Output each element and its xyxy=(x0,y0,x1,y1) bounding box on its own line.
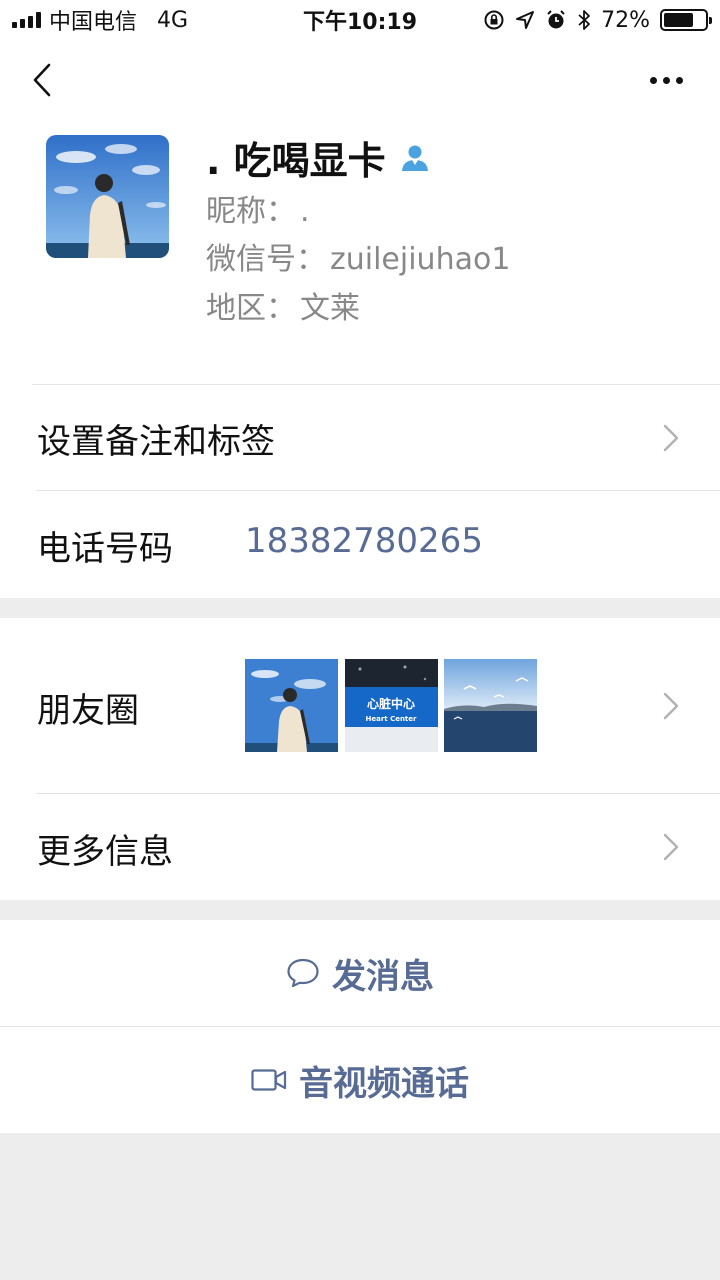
video-camera-icon xyxy=(251,1069,287,1091)
remark-tags-label: 设置备注和标签 xyxy=(37,422,275,462)
video-call-label: 音视频通话 xyxy=(299,1063,469,1104)
profile-header: . 吃喝显卡 昵称：. 微信号： zuilejiuhao1 地区： 文莱 xyxy=(0,120,720,384)
back-button[interactable] xyxy=(22,60,62,100)
chat-bubble-icon xyxy=(287,958,319,988)
phone-number-link[interactable]: 18382780265 xyxy=(245,521,483,561)
chevron-right-icon xyxy=(663,833,679,861)
wechat-id-label: 微信号： xyxy=(206,242,326,277)
orientation-lock-icon xyxy=(484,10,504,30)
send-message-label: 发消息 xyxy=(332,956,434,997)
carrier-label: 中国电信 xyxy=(49,10,138,35)
remark-tags-row[interactable]: 设置备注和标签 xyxy=(0,384,720,490)
status-bar: 中国电信 4G 下午10:19 72% xyxy=(0,0,720,40)
chevron-right-icon xyxy=(663,424,679,452)
phone-row: 电话号码 18382780265 xyxy=(0,491,720,598)
moments-thumbnail: 心脏中心 Heart Center xyxy=(345,659,438,752)
chevron-left-icon xyxy=(33,63,51,97)
more-dots-icon xyxy=(649,76,657,84)
nickname-value: . xyxy=(300,194,310,229)
nickname-line: 昵称：. xyxy=(206,186,310,230)
status-right: 72% xyxy=(483,7,712,33)
battery-icon xyxy=(660,9,712,31)
region-value: 文莱 xyxy=(300,291,360,326)
alarm-icon xyxy=(547,10,565,29)
region-label: 地区： xyxy=(206,291,296,326)
more-info-row[interactable]: 更多信息 xyxy=(0,794,720,900)
battery-percent: 72% xyxy=(601,7,650,33)
heart-center-sign-cn: 心脏中心 xyxy=(367,696,415,711)
moments-thumbnail xyxy=(245,659,338,752)
info-group-1: 设置备注和标签 电话号码 18382780265 xyxy=(0,384,720,598)
moments-row[interactable]: 朋友圈 心脏中心 Heart Center xyxy=(0,618,720,793)
battery-fill xyxy=(664,13,693,27)
region-line: 地区： 文莱 xyxy=(206,283,360,327)
info-group-2: 朋友圈 心脏中心 Heart Center 更多信息 xyxy=(0,618,720,900)
location-arrow-icon xyxy=(516,11,535,29)
profile-name-row: . 吃喝显卡 xyxy=(206,130,430,185)
video-call-button[interactable]: 音视频通话 xyxy=(0,1027,720,1133)
signal-icon xyxy=(12,12,41,28)
chevron-right-icon xyxy=(663,692,679,720)
more-info-label: 更多信息 xyxy=(37,832,173,872)
nav-bar xyxy=(0,40,720,120)
heart-center-sign-en: Heart Center xyxy=(366,715,418,723)
moments-thumbnail xyxy=(444,659,537,752)
wechat-id-line: 微信号： zuilejiuhao1 xyxy=(206,234,510,278)
wechat-id-value: zuilejiuhao1 xyxy=(330,242,511,277)
nickname-label: 昵称： xyxy=(206,194,296,229)
phone-label: 电话号码 xyxy=(37,529,173,569)
moments-label: 朋友圈 xyxy=(37,691,139,731)
send-message-button[interactable]: 发消息 xyxy=(0,920,720,1026)
bluetooth-icon xyxy=(578,10,590,30)
display-name: . 吃喝显卡 xyxy=(206,139,386,183)
network-label: 4G xyxy=(157,7,189,33)
avatar[interactable] xyxy=(46,135,169,258)
more-button[interactable] xyxy=(642,64,690,96)
male-user-icon xyxy=(401,145,428,171)
status-left: 中国电信 4G xyxy=(12,4,188,36)
